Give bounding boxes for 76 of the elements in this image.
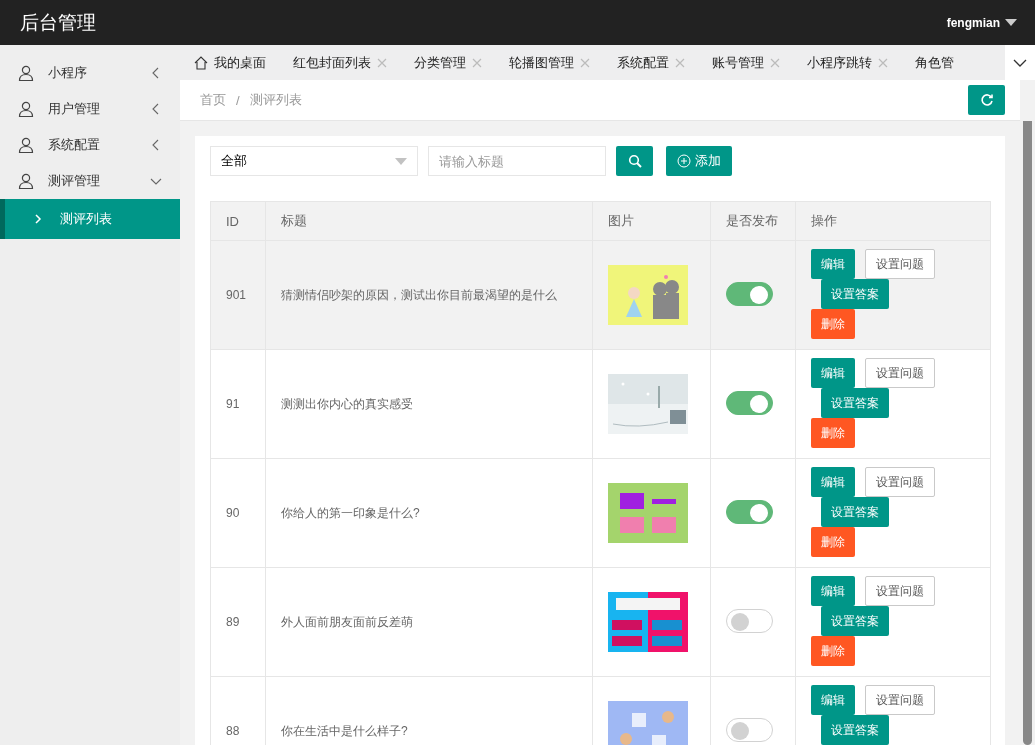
sidebar-item[interactable]: 系统配置 bbox=[0, 127, 180, 163]
user-icon bbox=[18, 137, 34, 153]
scrollbar[interactable] bbox=[1020, 121, 1035, 745]
page-tab[interactable]: 系统配置 bbox=[602, 45, 697, 80]
set-questions-button[interactable]: 设置问题 bbox=[865, 249, 935, 279]
id-cell: 88 bbox=[226, 724, 240, 738]
set-answers-button[interactable]: 设置答案 bbox=[821, 606, 889, 636]
sidebar-subitem[interactable]: 测评列表 bbox=[0, 199, 180, 239]
column-header: 标题 bbox=[281, 213, 307, 228]
set-questions-button[interactable]: 设置问题 bbox=[865, 467, 935, 497]
column-header: 图片 bbox=[608, 213, 634, 228]
breadcrumb-separator: / bbox=[236, 92, 240, 108]
set-answers-button[interactable]: 设置答案 bbox=[821, 279, 889, 309]
refresh-button[interactable] bbox=[968, 85, 1005, 115]
publish-toggle[interactable] bbox=[726, 718, 773, 742]
page-tab[interactable]: 账号管理 bbox=[697, 45, 792, 80]
search-icon bbox=[627, 154, 642, 168]
set-answers-button[interactable]: 设置答案 bbox=[821, 388, 889, 418]
close-icon[interactable] bbox=[675, 57, 685, 68]
chevron-icon bbox=[1013, 58, 1027, 67]
add-button[interactable]: 添加 bbox=[666, 146, 732, 176]
tabs-menu-button[interactable] bbox=[1005, 45, 1035, 80]
title-cell: 你在生活中是什么样子? bbox=[281, 723, 408, 738]
title-cell: 外人面前朋友面前反差萌 bbox=[281, 614, 413, 629]
close-icon[interactable] bbox=[377, 57, 387, 68]
id-cell: 901 bbox=[226, 288, 247, 302]
set-answers-button[interactable]: 设置答案 bbox=[821, 497, 889, 527]
edit-button[interactable]: 编辑 bbox=[811, 576, 855, 606]
set-questions-button[interactable]: 设置问题 bbox=[865, 685, 935, 715]
title-cell: 猜测情侣吵架的原因，测试出你目前最渴望的是什么 bbox=[281, 287, 557, 302]
category-select[interactable]: 全部 bbox=[210, 146, 418, 176]
set-answers-button[interactable]: 设置答案 bbox=[821, 715, 889, 745]
title-cell: 测测出你内心的真实感受 bbox=[281, 396, 413, 411]
publish-toggle[interactable] bbox=[726, 391, 773, 415]
title-cell: 你给人的第一印象是什么? bbox=[281, 505, 420, 520]
edit-button[interactable]: 编辑 bbox=[811, 467, 855, 497]
edit-button[interactable]: 编辑 bbox=[811, 358, 855, 388]
set-questions-button[interactable]: 设置问题 bbox=[865, 358, 935, 388]
column-header: ID bbox=[226, 213, 239, 229]
close-icon[interactable] bbox=[580, 57, 590, 68]
refresh-icon bbox=[979, 93, 994, 107]
sidebar-item[interactable]: 小程序 bbox=[0, 55, 180, 91]
page-tab[interactable]: 分类管理 bbox=[399, 45, 494, 80]
home-icon bbox=[194, 55, 208, 70]
close-icon[interactable] bbox=[770, 57, 780, 68]
page-tab[interactable]: 轮播图管理 bbox=[494, 45, 602, 80]
user-icon bbox=[18, 173, 34, 189]
id-cell: 91 bbox=[226, 397, 240, 411]
publish-toggle[interactable] bbox=[726, 609, 773, 633]
id-cell: 90 bbox=[226, 506, 240, 520]
app-title: 后台管理 bbox=[20, 10, 96, 35]
edit-button[interactable]: 编辑 bbox=[811, 685, 855, 715]
close-icon[interactable] bbox=[878, 57, 888, 68]
dropdown-arrow-icon bbox=[395, 157, 407, 165]
publish-toggle[interactable] bbox=[726, 500, 773, 524]
publish-toggle[interactable] bbox=[726, 282, 773, 306]
title-search-field[interactable]: 请输入标题 bbox=[428, 146, 606, 176]
user-icon bbox=[18, 101, 34, 117]
column-header: 是否发布 bbox=[726, 213, 778, 228]
chevron-icon bbox=[34, 214, 42, 224]
user-icon bbox=[18, 65, 34, 81]
sidebar-item[interactable]: 测评管理 bbox=[0, 163, 180, 199]
set-questions-button[interactable]: 设置问题 bbox=[865, 576, 935, 606]
search-button[interactable] bbox=[616, 146, 653, 176]
id-cell: 89 bbox=[226, 615, 240, 629]
column-header: 操作 bbox=[811, 213, 837, 228]
username[interactable]: fengmian bbox=[946, 15, 1000, 30]
close-icon[interactable] bbox=[472, 57, 482, 68]
page-tab[interactable]: 红包封面列表 bbox=[278, 45, 399, 80]
caret-icon[interactable] bbox=[1005, 19, 1017, 26]
sidebar-item[interactable]: 用户管理 bbox=[0, 91, 180, 127]
page-tab[interactable]: 角色管 bbox=[900, 45, 966, 80]
plus-circle-icon bbox=[677, 154, 691, 168]
edit-button[interactable]: 编辑 bbox=[811, 249, 855, 279]
page-tab[interactable]: 小程序跳转 bbox=[792, 45, 900, 80]
page-tab[interactable]: 我的桌面 bbox=[180, 45, 278, 80]
